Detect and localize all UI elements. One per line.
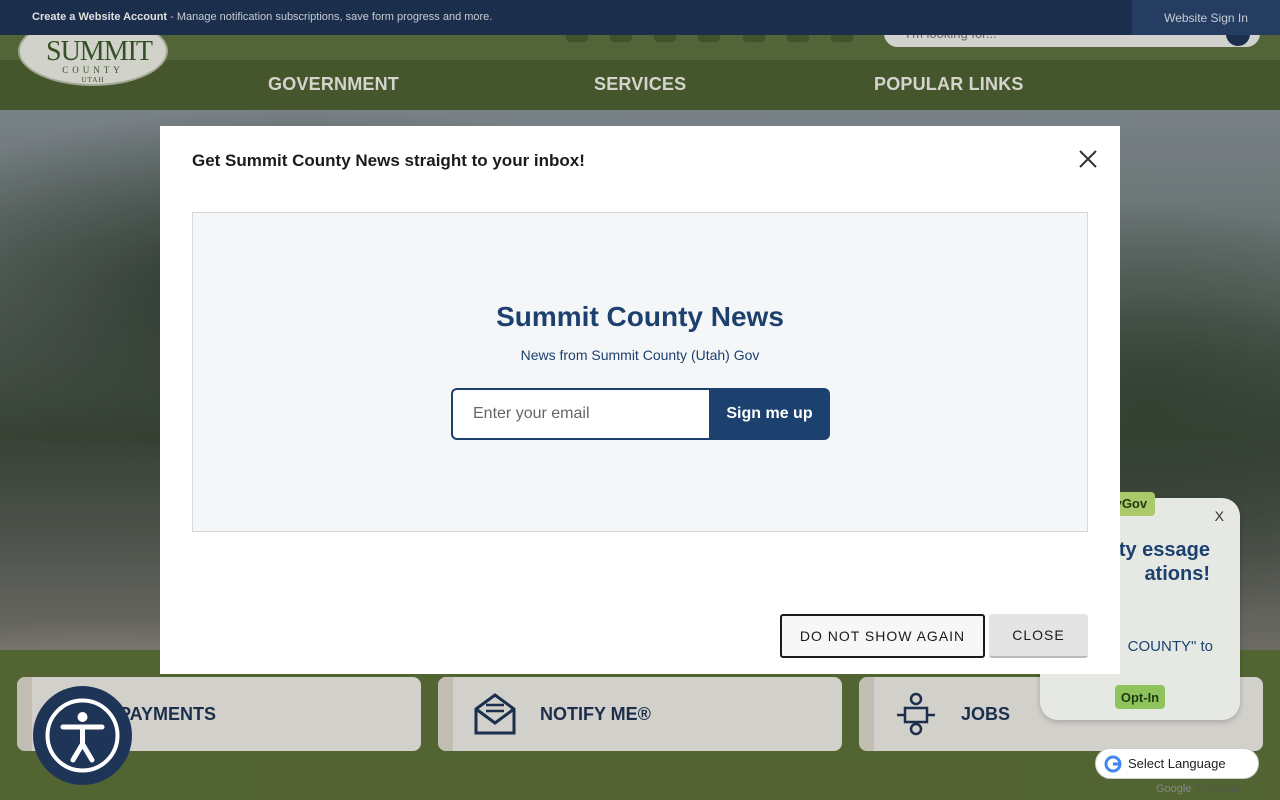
close-button[interactable]: CLOSE <box>989 614 1088 658</box>
newsletter-modal: Get Summit County News straight to your … <box>160 126 1120 674</box>
email-field[interactable] <box>451 388 711 440</box>
translate-text: Translate <box>1194 783 1240 795</box>
close-icon[interactable] <box>1075 146 1101 172</box>
google-brand-text: Google <box>1156 783 1192 795</box>
google-g-icon <box>1104 755 1122 772</box>
google-translate-select[interactable]: Select Language <box>1095 748 1259 779</box>
do-not-show-again-button[interactable]: DO NOT SHOW AGAIN <box>780 614 985 658</box>
modal-title: Get Summit County News straight to your … <box>192 151 585 170</box>
newsletter-subtitle: News from Summit County (Utah) Gov <box>520 347 760 363</box>
textmygov-close-button[interactable]: X <box>1215 508 1224 524</box>
google-translate-credit: Google Translate <box>1156 783 1240 795</box>
accessibility-icon <box>45 698 120 773</box>
accessibility-button[interactable] <box>33 686 132 785</box>
newsletter-title: Summit County News <box>496 301 784 332</box>
textmygov-optin-button[interactable]: Opt-In <box>1115 685 1165 709</box>
sign-me-up-button[interactable]: Sign me up <box>709 388 830 440</box>
newsletter-signup-panel: Summit County News News from Summit Coun… <box>192 212 1088 532</box>
select-language-label: Select Language <box>1128 756 1226 771</box>
